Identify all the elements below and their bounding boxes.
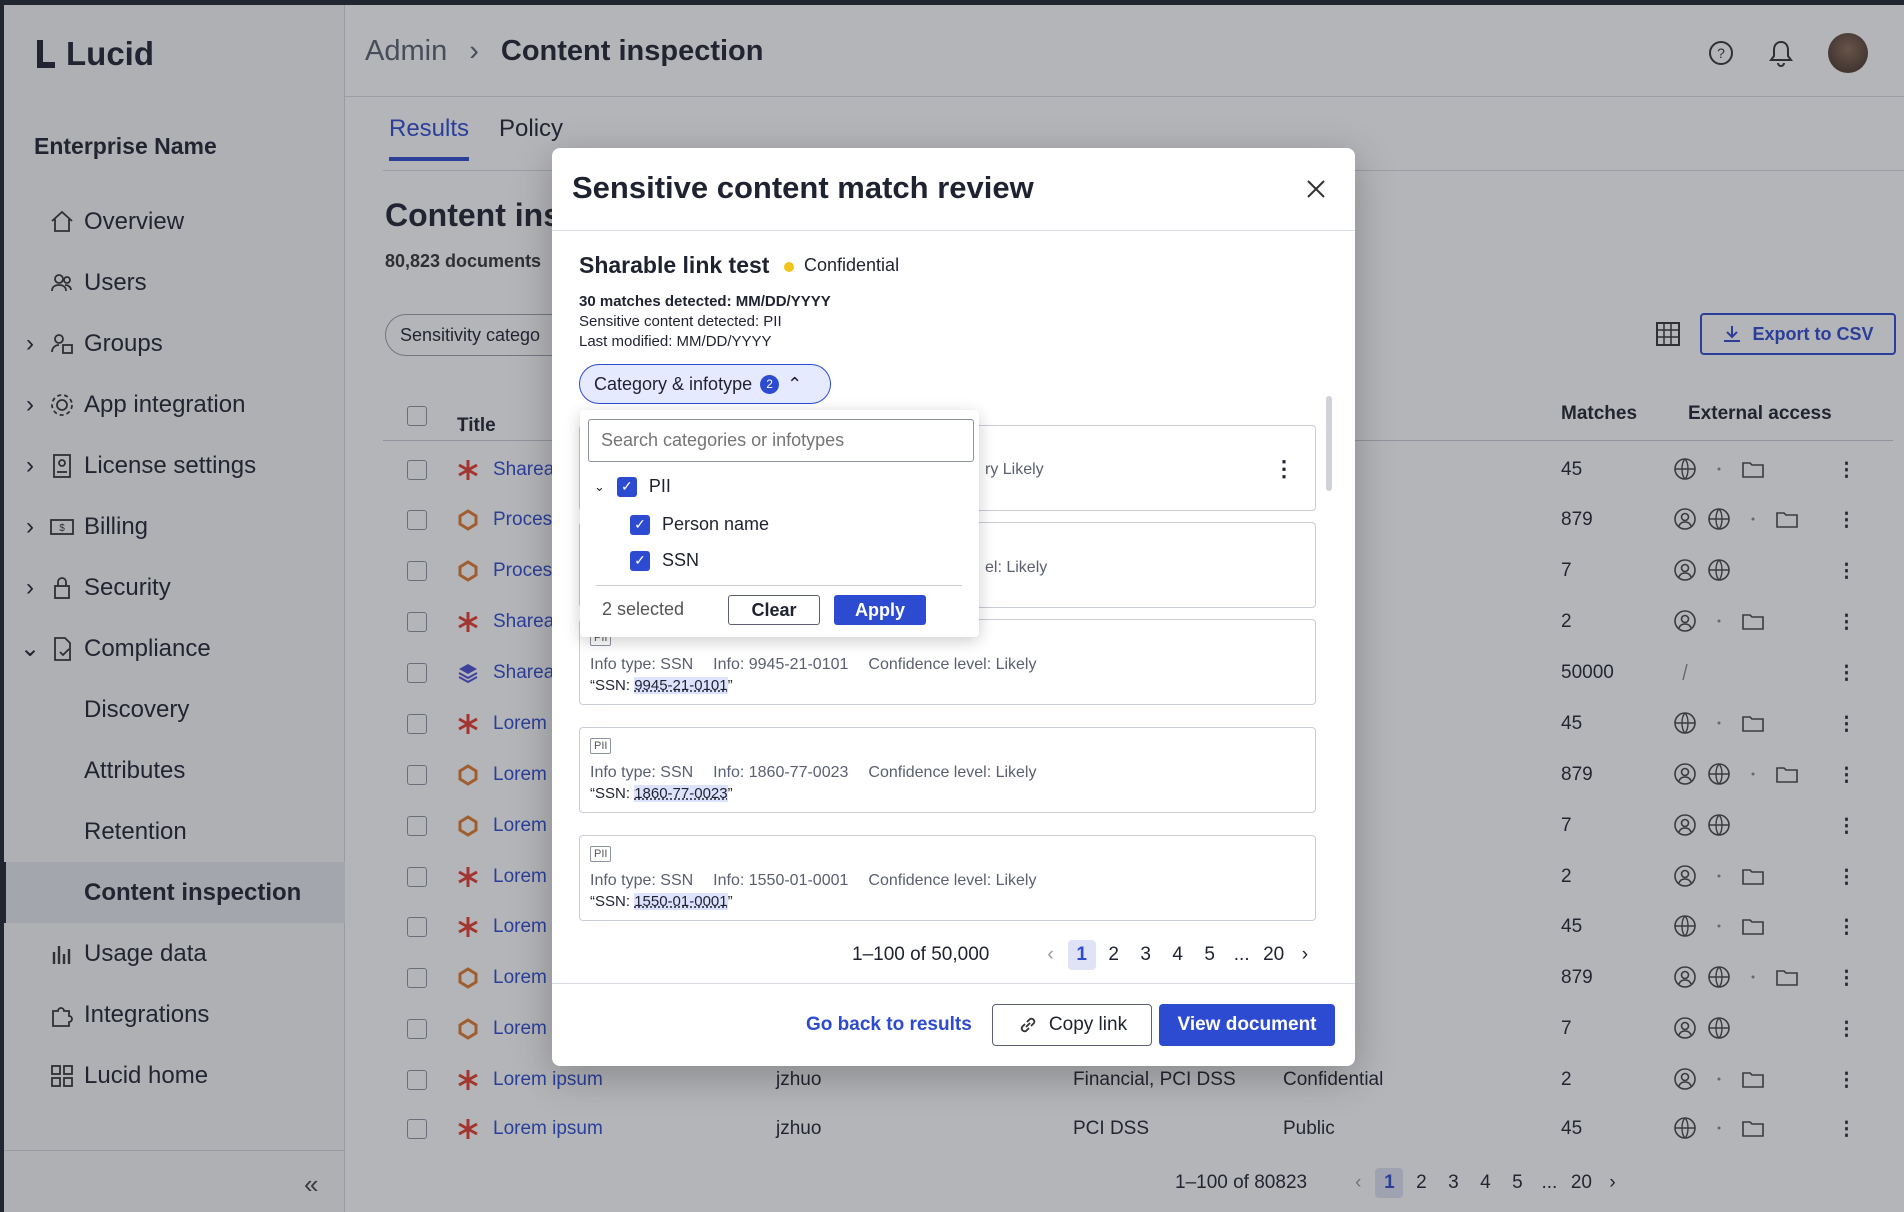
matched-text: 1550-01-0001 — [634, 893, 728, 910]
apply-button[interactable]: Apply — [834, 595, 926, 625]
page-number[interactable]: ... — [1228, 940, 1256, 970]
link-icon — [1020, 1017, 1036, 1033]
confidence-level: Confidence level: Likely — [868, 764, 1037, 781]
option-person-name[interactable]: ✓ Person name — [630, 514, 769, 535]
match-info: Info type: SSN Info: 9945-21-0101 Confiden… — [590, 656, 1056, 674]
page-numbers: 1 2 3 4 5... 20 — [1067, 940, 1288, 970]
document-name: Sharable link test — [579, 252, 770, 278]
close-icon[interactable] — [1303, 176, 1329, 202]
divider — [552, 983, 1355, 984]
pii-tag: PII — [590, 738, 612, 754]
confidence-level: el: Likely — [985, 559, 1048, 576]
page-number[interactable]: 5 — [1196, 940, 1224, 970]
divider — [552, 230, 1355, 231]
chevron-up-icon: ⌃ — [787, 373, 803, 394]
pagination-summary: 1–100 of 50,000 — [852, 944, 990, 965]
category-search-input[interactable] — [588, 419, 974, 462]
page-number[interactable]: 2 — [1100, 940, 1128, 970]
info-type: Info type: SSN — [590, 656, 694, 673]
copy-link-label: Copy link — [1048, 1014, 1128, 1035]
checkbox-pii[interactable]: ✓ — [616, 476, 637, 497]
info-value: Info: 1550-01-0001 — [713, 872, 849, 889]
chevron-down-icon[interactable]: ⌄ — [594, 479, 605, 495]
prev-page-icon[interactable]: ‹ — [1047, 944, 1053, 966]
match-card[interactable]: PII Info type: SSN Info: 1860-77-0023 Confi… — [579, 727, 1316, 813]
document-classification: Confidential — [804, 255, 900, 275]
more-options-icon[interactable]: ⋮ — [1273, 456, 1295, 482]
classification-dot-icon — [784, 262, 794, 272]
match-quote: “SSN: 9945-21-0101” — [590, 677, 733, 694]
copy-link-button[interactable]: Copy link — [992, 1004, 1152, 1046]
matched-text: 1860-77-0023 — [634, 785, 728, 802]
modal-title: Sensitive content match review — [572, 170, 1034, 205]
pii-tag: PII — [590, 846, 612, 862]
confidence-level: ry Likely — [985, 461, 1044, 478]
info-value: Info: 9945-21-0101 — [713, 656, 849, 673]
option-label: Person name — [662, 514, 770, 534]
selected-count: 2 selected — [602, 599, 685, 619]
info-type: Info type: SSN — [590, 872, 694, 889]
match-quote: “SSN: 1550-01-0001” — [590, 893, 733, 910]
info-type: Info type: SSN — [590, 764, 694, 781]
match-info: Info type: SSN Info: 1860-77-0023 Confiden… — [590, 764, 1056, 782]
option-ssn[interactable]: ✓ SSN — [630, 550, 699, 571]
page-number[interactable]: 20 — [1260, 940, 1288, 970]
next-page-icon[interactable]: › — [1302, 944, 1308, 966]
match-quote: “SSN: 1860-77-0023” — [590, 785, 733, 802]
checkbox-ssn[interactable]: ✓ — [630, 550, 650, 571]
divider — [596, 585, 962, 586]
checkbox-person-name[interactable]: ✓ — [630, 514, 650, 535]
page-number[interactable]: 4 — [1164, 940, 1192, 970]
chip-label: Category & infotype — [594, 373, 753, 394]
view-document-button[interactable]: View document — [1159, 1004, 1335, 1046]
page-number[interactable]: 3 — [1132, 940, 1160, 970]
scrollbar[interactable] — [1326, 396, 1332, 491]
category-infotype-filter[interactable]: Category & infotype 2 ⌃ — [579, 364, 831, 404]
matches-detected: 30 matches detected: MM/DD/YYYY — [579, 293, 831, 310]
confidence-level: Confidence level: Likely — [868, 872, 1037, 889]
option-label: PII — [648, 476, 671, 496]
info-value: Info: 1860-77-0023 — [713, 764, 849, 781]
match-review-modal: Sensitive content match review Sharable … — [552, 148, 1355, 1066]
sensitive-content-detected: Sensitive content detected: PII — [579, 313, 782, 330]
clear-button[interactable]: Clear — [728, 595, 820, 625]
modal-pagination: 1–100 of 50,000 ‹ 1 2 3 4 5... 20 › — [852, 940, 1308, 970]
option-label: SSN — [662, 550, 700, 570]
match-info: Info type: SSN Info: 1550-01-0001 Confiden… — [590, 872, 1056, 890]
option-group-pii[interactable]: ⌄ ✓ PII — [594, 476, 671, 497]
confidence-level: Confidence level: Likely — [868, 656, 1037, 673]
matched-text: 9945-21-0101 — [634, 677, 728, 694]
last-modified: Last modified: MM/DD/YYYY — [579, 333, 772, 350]
category-dropdown: ⌄ ✓ PII ✓ Person name ✓ SSN 2 selected C… — [580, 410, 979, 637]
go-back-link[interactable]: Go back to results — [806, 1014, 972, 1036]
match-card[interactable]: PII Info type: SSN Info: 1550-01-0001 Confi… — [579, 835, 1316, 921]
page-number[interactable]: 1 — [1067, 940, 1096, 970]
chip-count-badge: 2 — [760, 374, 780, 394]
